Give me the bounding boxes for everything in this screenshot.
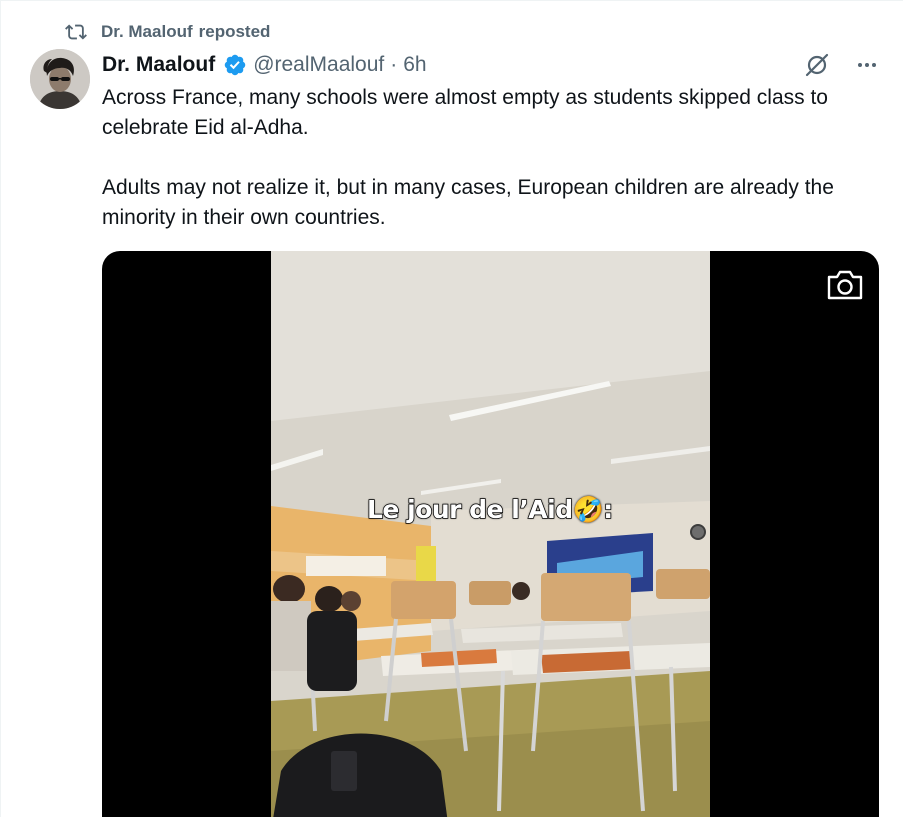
verified-badge-icon[interactable] <box>223 53 247 77</box>
camera-icon[interactable] <box>823 265 867 305</box>
header-separator: · <box>390 53 398 76</box>
repost-author[interactable]: Dr. Maalouf <box>101 22 193 42</box>
wall-clock-icon <box>690 524 706 540</box>
tweet-card[interactable]: Dr. Maalouf reposted Dr. Maalouf @realMa… <box>0 0 903 817</box>
video-caption: Le jour de l’Aid🤣: <box>366 494 614 525</box>
avatar-image <box>30 49 90 109</box>
author-name[interactable]: Dr. Maalouf <box>102 53 215 77</box>
tweet-header: Dr. Maalouf @realMaalouf · 6h <box>102 51 427 79</box>
author-handle[interactable]: @realMaalouf <box>253 53 384 77</box>
repost-indicator[interactable]: Dr. Maalouf reposted <box>65 20 270 44</box>
avatar[interactable] <box>30 49 90 109</box>
classroom-video-image <box>271 251 710 817</box>
tweet-paragraph-1: Across France, many schools were almost … <box>102 86 828 139</box>
video-player[interactable]: Le jour de l’Aid🤣: <box>102 251 879 817</box>
video-frame[interactable]: Le jour de l’Aid🤣: <box>271 251 710 817</box>
tweet-paragraph-2: Adults may not realize it, but in many c… <box>102 176 834 229</box>
repost-label: reposted <box>198 22 271 41</box>
repost-icon <box>65 24 87 40</box>
timestamp[interactable]: 6h <box>403 53 426 77</box>
more-icon[interactable] <box>855 53 879 77</box>
tweet-actions <box>803 51 879 79</box>
grok-icon[interactable] <box>803 51 831 79</box>
tweet-text: Across France, many schools were almost … <box>102 83 882 233</box>
